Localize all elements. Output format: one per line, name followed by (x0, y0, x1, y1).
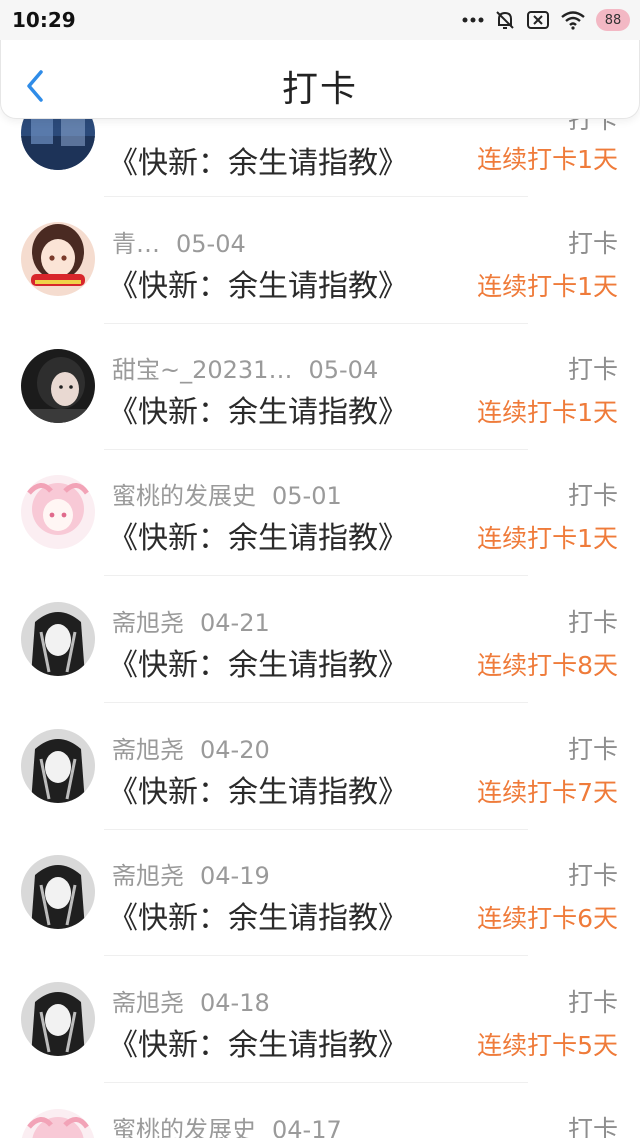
checkin-action-label: 打卡 (567, 608, 618, 637)
username[interactable]: 斋旭尧 (112, 609, 184, 637)
streak-label: 连续打卡1天 (477, 272, 618, 301)
record-meta: 甜宝~_20231… 05-04 (112, 350, 378, 385)
checkin-list[interactable]: 打卡 《快新：余生请指教》 连续打卡1天 青… 05-04 打卡 《快新：余生请指… (0, 0, 640, 1138)
bell-muted-icon (496, 11, 514, 29)
list-item[interactable]: 斋旭尧 04-20 打卡 《快新：余生请指教》 连续打卡7天 (0, 703, 640, 830)
avatar[interactable] (21, 222, 95, 296)
checkin-date: 04-17 (272, 1116, 342, 1138)
book-title[interactable]: 《快新：余生请指教》 (108, 261, 408, 305)
list-item[interactable]: 斋旭尧 04-18 打卡 《快新：余生请指教》 连续打卡5天 (0, 956, 640, 1083)
list-item[interactable]: 斋旭尧 04-19 打卡 《快新：余生请指教》 连续打卡6天 (0, 829, 640, 956)
record-meta: 斋旭尧 04-20 (112, 730, 270, 765)
checkin-action-label: 打卡 (567, 355, 618, 384)
checkin-date: 05-04 (308, 356, 379, 384)
book-title[interactable]: 《快新：余生请指教》 (108, 1020, 408, 1064)
avatar[interactable] (21, 475, 95, 549)
avatar[interactable] (21, 982, 95, 1056)
streak-label: 连续打卡6天 (477, 904, 618, 933)
list-item[interactable]: 斋旭尧 04-21 打卡 《快新：余生请指教》 连续打卡8天 (0, 576, 640, 703)
checkin-action-label: 打卡 (567, 988, 618, 1017)
checkin-action-label: 打卡 (567, 861, 618, 890)
record-meta: 斋旭尧 04-21 (112, 603, 270, 638)
checkin-action-label: 打卡 (567, 1115, 618, 1138)
list-item[interactable]: 蜜桃的发展史 05-01 打卡 《快新：余生请指教》 连续打卡1天 (0, 449, 640, 576)
status-time: 10:29 (12, 8, 76, 32)
avatar[interactable] (21, 729, 95, 803)
username[interactable]: 斋旭尧 (112, 862, 184, 890)
avatar[interactable] (21, 349, 95, 423)
status-icons: 88 (462, 6, 630, 34)
username[interactable]: 蜜桃的发展史 (112, 1116, 256, 1138)
checkin-date: 04-20 (200, 736, 270, 764)
username[interactable]: 蜜桃的发展史 (112, 482, 256, 510)
nav-header: 打卡 (0, 40, 640, 119)
streak-label: 连续打卡8天 (477, 651, 618, 680)
avatar[interactable] (21, 855, 95, 929)
wifi-icon (561, 11, 585, 30)
username[interactable]: 甜宝~_20231… (112, 356, 292, 384)
username[interactable]: 斋旭尧 (112, 736, 184, 764)
sim-blocked-icon (527, 11, 549, 29)
checkin-date: 05-01 (272, 482, 342, 510)
checkin-date: 05-04 (176, 230, 246, 258)
avatar[interactable] (21, 602, 95, 676)
streak-label: 连续打卡5天 (477, 1031, 618, 1060)
username[interactable]: 青… (112, 230, 160, 258)
streak-label: 连续打卡1天 (477, 524, 618, 553)
streak-label: 连续打卡1天 (477, 145, 618, 174)
book-title[interactable]: 《快新：余生请指教》 (108, 893, 408, 937)
more-dots-icon (462, 17, 484, 23)
record-meta: 斋旭尧 04-19 (112, 856, 270, 891)
checkin-action-label: 打卡 (567, 229, 618, 258)
username[interactable]: 斋旭尧 (112, 989, 184, 1017)
checkin-action-label: 打卡 (567, 735, 618, 764)
list-item[interactable]: 甜宝~_20231… 05-04 打卡 《快新：余生请指教》 连续打卡1天 (0, 323, 640, 450)
battery-indicator: 88 (596, 9, 630, 31)
list-item[interactable]: 蜜桃的发展史 04-17 打卡 (0, 1083, 640, 1138)
book-title[interactable]: 《快新：余生请指教》 (108, 513, 408, 557)
checkin-date: 04-19 (200, 862, 270, 890)
status-bar: 10:29 88 (0, 0, 640, 40)
list-item[interactable]: 青… 05-04 打卡 《快新：余生请指教》 连续打卡1天 (0, 197, 640, 324)
book-title[interactable]: 《快新：余生请指教》 (108, 767, 408, 811)
page-title: 打卡 (281, 69, 358, 110)
record-meta: 斋旭尧 04-18 (112, 983, 270, 1018)
checkin-date: 04-21 (200, 609, 270, 637)
checkin-action-label: 打卡 (567, 481, 618, 510)
checkin-date: 04-18 (200, 989, 270, 1017)
record-meta: 蜜桃的发展史 05-01 (112, 476, 342, 511)
book-title[interactable]: 《快新：余生请指教》 (108, 138, 408, 182)
streak-label: 连续打卡1天 (477, 398, 618, 427)
record-meta: 青… 05-04 (112, 224, 246, 259)
streak-label: 连续打卡7天 (477, 778, 618, 807)
avatar[interactable] (21, 1109, 95, 1138)
book-title[interactable]: 《快新：余生请指教》 (108, 387, 408, 431)
book-title[interactable]: 《快新：余生请指教》 (108, 640, 408, 684)
record-meta: 蜜桃的发展史 04-17 (112, 1110, 342, 1138)
